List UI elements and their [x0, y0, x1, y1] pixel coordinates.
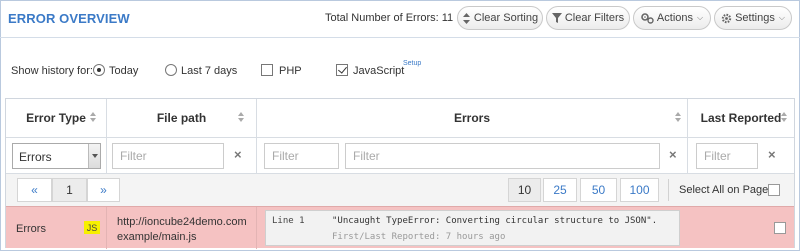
total-errors-count: Total Number of Errors: 11 — [325, 12, 454, 24]
sort-icon — [462, 12, 471, 24]
error-line-number: Line 1 — [272, 216, 305, 226]
column-header-errors-label: Errors — [453, 111, 491, 125]
prev-page-button[interactable]: « — [17, 178, 52, 202]
pager-divider — [668, 179, 669, 201]
chevron-down-icon: ⌵ — [697, 13, 704, 22]
javascript-checkbox-label: JavaScript — [353, 65, 405, 77]
file-path-value[interactable]: http://ioncube24demo.com example/main.js — [117, 215, 247, 245]
radio-today-label: Today — [109, 65, 139, 77]
column-header-last-reported-label: Last Reported — [700, 111, 782, 125]
column-header-errors[interactable]: Errors — [257, 99, 688, 137]
filter-icon — [551, 13, 562, 23]
settings-dropdown-button[interactable]: Settings ⌵ — [714, 6, 792, 30]
line-filter-input[interactable] — [264, 143, 339, 169]
actions-label: Actions — [656, 12, 693, 24]
php-checkbox-label: PHP — [279, 65, 302, 77]
file-path-line-1: http://ioncube24demo.com — [117, 216, 247, 228]
header-bar: ERROR OVERVIEW Total Number of Errors: 1… — [0, 0, 800, 38]
close-icon[interactable]: × — [234, 148, 242, 161]
select-all-checkbox[interactable] — [768, 184, 780, 196]
actions-dropdown-button[interactable]: Actions ⌵ — [633, 6, 711, 30]
table-row[interactable]: Errors JS http://ioncube24demo.com examp… — [6, 206, 794, 249]
page-title: ERROR OVERVIEW — [8, 11, 130, 26]
error-type-value: Errors — [16, 223, 46, 235]
file-path-line-2: example/main.js — [117, 231, 197, 243]
errors-cell: Line 1 "Uncaught TypeError: Converting c… — [257, 207, 794, 249]
filter-row: Errors × × × — [6, 137, 794, 174]
column-header-last-reported[interactable]: Last Reported — [688, 99, 794, 137]
filter-cell-errors: × — [257, 138, 688, 174]
clear-filters-label: Clear Filters — [564, 12, 625, 24]
error-type-cell: Errors JS — [6, 207, 107, 249]
filter-cell-last-reported: × — [688, 138, 794, 174]
radio-last-7-days[interactable] — [165, 64, 177, 76]
radio-last-7-days-label: Last 7 days — [181, 65, 238, 77]
page-size-10-button[interactable]: 10 — [508, 178, 541, 202]
column-header-file-path[interactable]: File path — [107, 99, 257, 137]
clear-sorting-button[interactable]: Clear Sorting — [457, 6, 543, 30]
filter-cell-file-path: × — [107, 138, 257, 174]
next-page-button[interactable]: » — [87, 178, 120, 202]
settings-label: Settings — [735, 12, 775, 24]
error-type-select-value: Errors — [19, 150, 52, 164]
history-label: Show history for: — [11, 65, 93, 77]
error-detail-box[interactable]: Line 1 "Uncaught TypeError: Converting c… — [265, 210, 680, 246]
clear-filters-button[interactable]: Clear Filters — [546, 6, 630, 30]
page-size-100-button[interactable]: 100 — [620, 178, 659, 202]
page-size-25-button[interactable]: 25 — [543, 178, 577, 202]
file-path-cell: http://ioncube24demo.com example/main.js — [107, 207, 257, 249]
column-header-error-type[interactable]: Error Type — [6, 99, 107, 137]
current-page-button[interactable]: 1 — [52, 178, 87, 202]
php-checkbox[interactable] — [261, 64, 273, 76]
history-filter-bar: Show history for: Today Last 7 days PHP … — [0, 38, 800, 98]
error-message: "Uncaught TypeError: Converting circular… — [332, 216, 658, 226]
error-type-select[interactable]: Errors — [12, 143, 101, 169]
javascript-badge: JS — [84, 221, 100, 234]
gear-icon — [721, 13, 732, 24]
chevron-down-icon — [88, 144, 100, 168]
select-all-label: Select All on Page — [679, 184, 769, 196]
file-path-filter-input[interactable] — [112, 143, 224, 169]
clear-sorting-label: Clear Sorting — [473, 12, 539, 24]
row-select-checkbox[interactable] — [774, 222, 786, 234]
pagination-bar: « 1 » 10 25 50 100 Select All on Page — [6, 173, 794, 206]
column-header-file-path-label: File path — [156, 111, 207, 125]
cogs-icon — [641, 12, 654, 24]
column-header-error-type-label: Error Type — [26, 111, 86, 125]
errors-table: Error Type File path Errors Last Reporte… — [5, 98, 795, 249]
javascript-checkbox[interactable] — [336, 64, 348, 76]
radio-today[interactable] — [93, 64, 105, 76]
error-message-filter-input[interactable] — [345, 143, 660, 169]
page-size-50-button[interactable]: 50 — [580, 178, 617, 202]
last-reported-filter-input[interactable] — [696, 143, 758, 169]
filter-cell-error-type: Errors — [6, 138, 107, 174]
close-icon[interactable]: × — [669, 148, 677, 161]
chevron-down-icon: ⌵ — [778, 13, 785, 22]
javascript-setup-link[interactable]: Setup — [403, 60, 421, 67]
error-reported-time: First/Last Reported: 7 hours ago — [332, 232, 506, 242]
close-icon[interactable]: × — [768, 148, 776, 161]
